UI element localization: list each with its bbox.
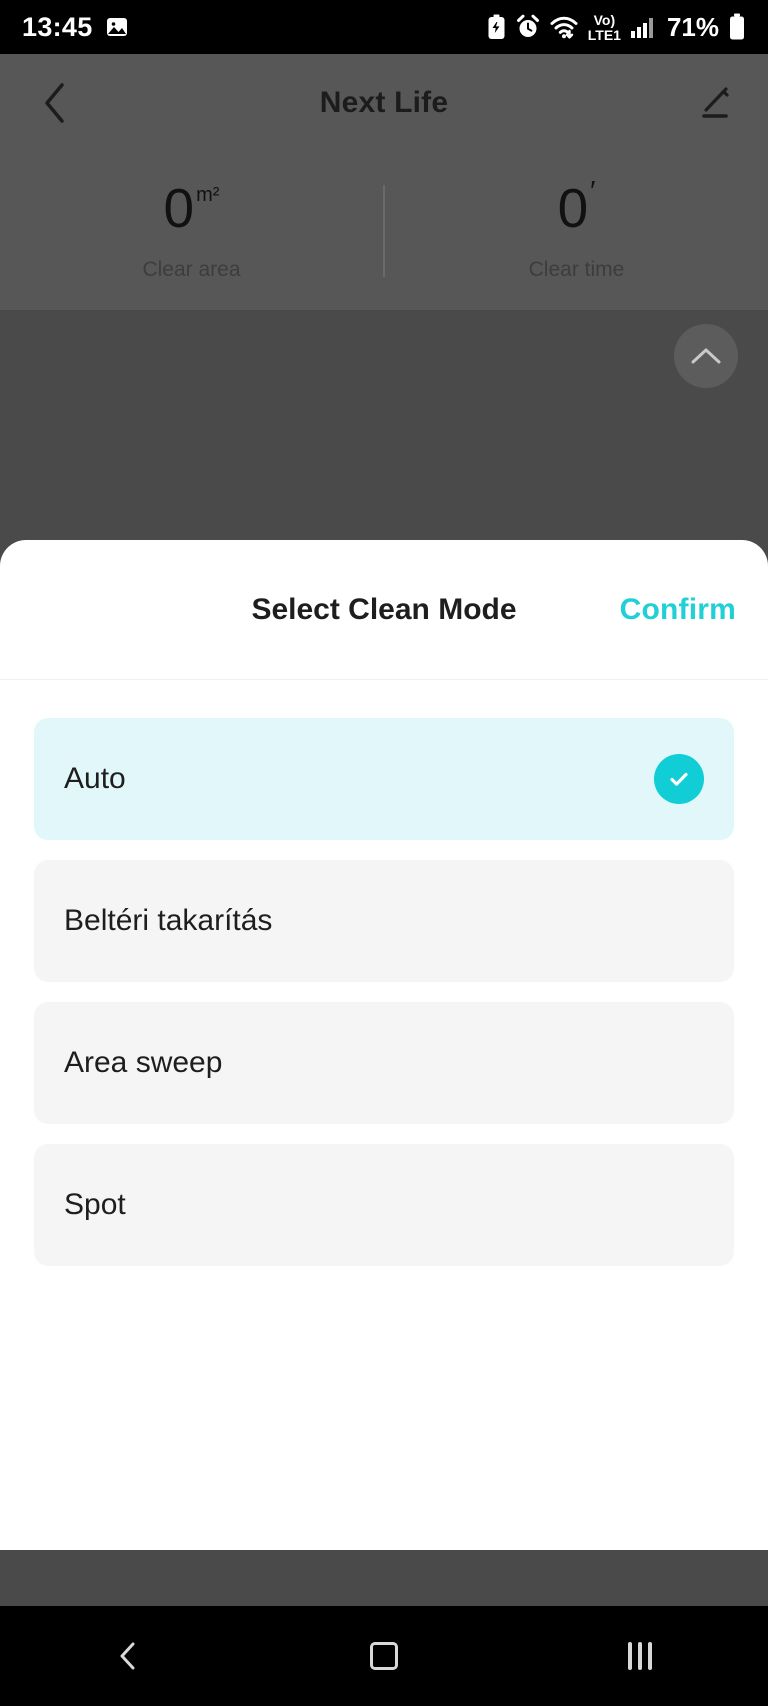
volte-label: Vo) [593,11,616,28]
nav-home-button[interactable] [339,1621,429,1691]
gallery-icon [105,15,129,39]
nav-recents-button[interactable] [595,1621,685,1691]
status-bar: 13:45 Vo) LTE1 71% [0,0,768,54]
clean-mode-options: Auto Beltéri takarítás Area sweep Spot [0,680,768,1266]
stat-clear-time: 0 ′ Clear time [385,176,768,282]
phone-screen: 13:45 Vo) LTE1 71% Next Life 0 m² Clear … [0,0,768,1706]
option-auto[interactable]: Auto [34,718,734,840]
battery-icon [728,13,746,41]
back-button[interactable] [30,78,80,128]
page-title: Next Life [319,86,449,119]
clean-mode-sheet: Select Clean Mode Confirm Auto Beltéri t… [0,540,768,1550]
confirm-button[interactable]: Confirm [620,593,736,627]
stat-clear-area: 0 m² Clear area [0,176,383,282]
signal-icon [630,14,656,40]
check-icon [654,754,704,804]
power-saving-icon [486,14,507,40]
option-label: Auto [64,762,126,795]
clear-area-value: 0 [163,176,195,239]
nav-recents-icon [628,1642,652,1670]
sheet-header: Select Clean Mode Confirm [0,540,768,680]
clear-time-value: 0 [557,176,589,239]
status-bar-right: Vo) LTE1 71% [486,12,746,43]
nav-back-icon [120,1642,135,1670]
battery-percent: 71% [666,11,719,42]
chevron-up-icon [691,348,721,364]
edit-button[interactable] [688,78,738,128]
stat-value-wrap: 0 ′ [557,176,596,239]
clear-area-unit: m² [196,183,220,206]
clear-time-label: Clear time [528,257,625,281]
clear-time-unit: ′ [590,174,596,206]
nav-home-icon [370,1642,398,1670]
option-belteri-takaritas[interactable]: Beltéri takarítás [34,860,734,982]
pencil-icon [702,87,729,118]
clear-area-label: Clear area [142,257,241,281]
system-nav-bar [0,1606,768,1706]
expand-map-button[interactable] [674,324,738,388]
stat-value-wrap: 0 m² [163,176,220,239]
stats-row: 0 m² Clear area 0 ′ Clear time [0,152,768,310]
volte-icon: Vo) LTE1 [588,13,621,42]
chevron-left-icon [45,83,64,123]
option-label: Area sweep [64,1046,223,1079]
option-spot[interactable]: Spot [34,1144,734,1266]
status-time: 13:45 [22,11,93,42]
nav-back-button[interactable] [83,1621,173,1691]
alarm-icon [516,14,540,40]
status-bar-left: 13:45 [22,12,129,43]
option-label: Spot [64,1188,126,1221]
option-label: Beltéri takarítás [64,904,273,937]
option-area-sweep[interactable]: Area sweep [34,1002,734,1124]
network-label: LTE1 [587,26,621,43]
app-header: Next Life [0,54,768,152]
wifi-icon [549,14,579,40]
